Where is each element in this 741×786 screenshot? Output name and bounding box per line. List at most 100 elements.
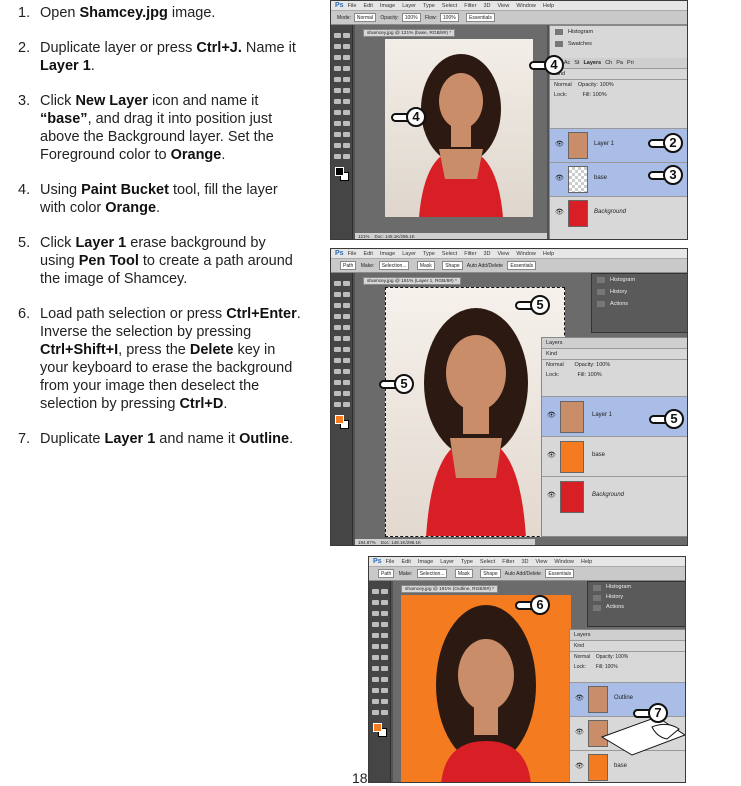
photo-canvas[interactable] <box>385 287 565 537</box>
menu-item-filter[interactable]: Filter <box>464 3 476 9</box>
tool-icon[interactable] <box>334 336 341 341</box>
tool-icon[interactable] <box>372 622 379 627</box>
tool-icon[interactable] <box>334 303 341 308</box>
document-tab[interactable]: shamcey.jpg @ 191% (Layer 1, RGB/8#) * <box>363 277 461 285</box>
eye-icon[interactable]: 👁 <box>555 208 564 216</box>
tool-icon[interactable] <box>334 99 341 104</box>
tool-icon[interactable] <box>334 110 341 115</box>
histogram-panel-item[interactable]: Histogram <box>550 26 687 38</box>
layer-filter[interactable]: Kind <box>550 69 687 80</box>
menu-item-select[interactable]: Select <box>480 559 495 565</box>
tool-icon[interactable] <box>343 325 350 330</box>
tool-icon[interactable] <box>381 633 388 638</box>
tool-icon[interactable] <box>334 369 341 374</box>
menu-item-edit[interactable]: Edit <box>401 559 410 565</box>
auto-add-delete[interactable]: Auto Add/Delete <box>505 571 541 577</box>
make-shape-button[interactable]: Shape <box>480 569 501 579</box>
tool-icon[interactable] <box>343 110 350 115</box>
eye-icon[interactable]: 👁 <box>555 140 564 148</box>
workspace-select[interactable]: Essentials <box>466 13 495 23</box>
tool-icon[interactable] <box>372 589 379 594</box>
tool-icon[interactable] <box>381 589 388 594</box>
menu-item-3d[interactable]: 3D <box>483 3 490 9</box>
menu-item-edit[interactable]: Edit <box>363 3 372 9</box>
tool-icon[interactable] <box>343 132 350 137</box>
panel-tab[interactable]: Ac <box>564 60 570 66</box>
tool-icon[interactable] <box>343 380 350 385</box>
layer-row-background[interactable]: 👁 Background <box>542 476 687 516</box>
tool-icon[interactable] <box>343 281 350 286</box>
tool-icon[interactable] <box>343 314 350 319</box>
foreground-color-swatch[interactable] <box>335 415 344 424</box>
path-mode-select[interactable]: Path <box>340 261 357 271</box>
make-shape-button[interactable]: Shape <box>442 261 463 271</box>
tool-icon[interactable] <box>372 655 379 660</box>
menu-item-file[interactable]: File <box>348 251 357 257</box>
eye-icon[interactable]: 👁 <box>547 411 556 419</box>
tool-icon[interactable] <box>343 358 350 363</box>
menu-item-window[interactable]: Window <box>516 251 536 257</box>
auto-add-delete[interactable]: Auto Add/Delete <box>467 263 503 269</box>
tool-icon[interactable] <box>334 33 341 38</box>
tool-icon[interactable] <box>334 391 341 396</box>
tool-icon[interactable] <box>381 699 388 704</box>
tool-icon[interactable] <box>381 622 388 627</box>
menu-item-help[interactable]: Help <box>543 251 554 257</box>
eye-icon[interactable]: 👁 <box>555 174 564 182</box>
eye-icon[interactable]: 👁 <box>575 694 584 702</box>
menu-item-select[interactable]: Select <box>442 3 457 9</box>
tool-icon[interactable] <box>334 292 341 297</box>
actions-panel-item[interactable]: Actions <box>588 602 685 612</box>
make-mask-button[interactable]: Mask <box>454 569 473 579</box>
tool-icon[interactable] <box>372 710 379 715</box>
mode-select[interactable]: Normal <box>353 13 377 23</box>
tool-icon[interactable] <box>334 55 341 60</box>
blend-mode[interactable]: Normal <box>574 654 590 660</box>
menu-item-window[interactable]: Window <box>554 559 574 565</box>
layer-row-base[interactable]: 👁 base <box>542 436 687 476</box>
histogram-panel-item[interactable]: Histogram <box>592 274 687 286</box>
menu-item-help[interactable]: Help <box>543 3 554 9</box>
tool-icon[interactable] <box>343 347 350 352</box>
tool-icon[interactable] <box>372 688 379 693</box>
flow-field[interactable]: 100% <box>439 13 459 23</box>
tool-icon[interactable] <box>343 369 350 374</box>
tool-icon[interactable] <box>343 66 350 71</box>
menu-item-image[interactable]: Image <box>418 559 433 565</box>
panel-tab[interactable]: Ch <box>605 60 612 66</box>
layer-filter[interactable]: Kind <box>542 349 687 360</box>
tool-icon[interactable] <box>381 611 388 616</box>
menu-item-type[interactable]: Type <box>423 251 435 257</box>
blend-mode[interactable]: Normal <box>554 82 572 88</box>
document-tab[interactable]: shamcey.jpg @ 121% (base, RGB/8#) * <box>363 29 456 37</box>
tool-icon[interactable] <box>334 44 341 49</box>
menu-item-window[interactable]: Window <box>516 3 536 9</box>
layer-row-background[interactable]: 👁 Background <box>550 196 687 230</box>
tool-icon[interactable] <box>372 699 379 704</box>
tool-icon[interactable] <box>343 33 350 38</box>
swatches-panel-item[interactable]: Swatches <box>550 38 687 50</box>
foreground-color-swatch[interactable] <box>335 167 344 176</box>
menu-item-type[interactable]: Type <box>461 559 473 565</box>
make-selection-button[interactable]: Selection... <box>378 261 410 271</box>
menu-item-layer[interactable]: Layer <box>402 3 416 9</box>
eye-icon[interactable]: 👁 <box>575 762 584 770</box>
menu-item-3d[interactable]: 3D <box>483 251 490 257</box>
menu-item-3d[interactable]: 3D <box>521 559 528 565</box>
tool-icon[interactable] <box>334 325 341 330</box>
panel-tab[interactable]: St <box>574 60 579 66</box>
tool-icon[interactable] <box>343 143 350 148</box>
tool-icon[interactable] <box>343 154 350 159</box>
layers-panel-tabs[interactable]: LitAcStLayersChPaPri <box>550 58 687 69</box>
tool-icon[interactable] <box>372 600 379 605</box>
tool-icon[interactable] <box>334 143 341 148</box>
tool-icon[interactable] <box>372 677 379 682</box>
eye-icon[interactable]: 👁 <box>575 728 584 736</box>
tool-icon[interactable] <box>343 88 350 93</box>
photo-canvas[interactable] <box>385 39 533 217</box>
layers-panel-tab[interactable]: Layers <box>542 338 687 349</box>
layer-fill[interactable]: 100% <box>605 664 618 670</box>
menu-item-filter[interactable]: Filter <box>502 559 514 565</box>
tool-icon[interactable] <box>334 77 341 82</box>
tool-icon[interactable] <box>343 77 350 82</box>
